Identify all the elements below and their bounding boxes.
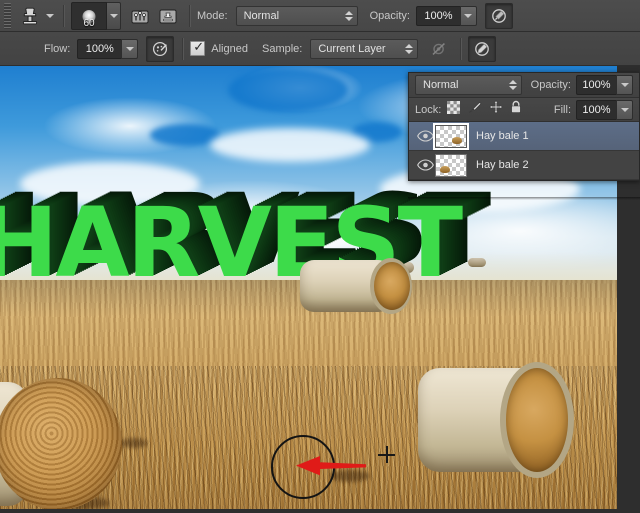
layer-thumbnail[interactable] bbox=[433, 122, 469, 150]
layer-opacity-field[interactable]: 100% bbox=[576, 75, 633, 95]
mode-value: Normal bbox=[243, 9, 280, 22]
brush-size-picker[interactable]: 60 bbox=[71, 1, 121, 30]
layer-name: Hay bale 2 bbox=[476, 159, 529, 171]
layer-blend-mode-value: Normal bbox=[423, 79, 459, 91]
clone-source-crosshair bbox=[378, 446, 395, 463]
layer-thumbnail[interactable] bbox=[435, 153, 467, 177]
tablet-pressure-size-icon[interactable] bbox=[468, 35, 497, 62]
layer-blend-spinner-icon bbox=[508, 80, 517, 90]
brush-picker-caret-down-icon[interactable] bbox=[107, 1, 121, 30]
layer-fill-value: 100% bbox=[576, 99, 616, 120]
options-bar-row-2: Flow: 100% ✓ Aligned Sample: Current Lay… bbox=[0, 32, 640, 66]
red-arrow-annotation bbox=[296, 456, 366, 476]
eye-icon[interactable] bbox=[415, 130, 435, 142]
layers-panel-shadow bbox=[408, 197, 640, 200]
sample-select[interactable]: Current Layer bbox=[310, 38, 419, 59]
options-bar-row-1: 60 Mode: Normal Opacity: 100% bbox=[0, 0, 640, 32]
field-shadow bbox=[120, 438, 148, 448]
clone-source-panel-icon[interactable] bbox=[155, 4, 181, 28]
brush-preset-panel-icon[interactable] bbox=[127, 4, 153, 28]
lock-position-icon[interactable] bbox=[489, 100, 504, 119]
mode-select[interactable]: Normal bbox=[235, 5, 358, 26]
clone-stamp-icon[interactable] bbox=[17, 4, 43, 28]
sample-spinner-icon bbox=[405, 43, 414, 54]
lock-image-pixels-icon[interactable] bbox=[467, 101, 482, 119]
layer-list: Hay bale 1 Hay bale 2 bbox=[409, 122, 639, 180]
aligned-label: Aligned bbox=[211, 42, 248, 55]
toolbar-divider-4 bbox=[460, 37, 463, 60]
mode-label: Mode: bbox=[197, 9, 228, 22]
tool-preset-picker[interactable] bbox=[17, 4, 54, 28]
distant-hay-bale bbox=[468, 258, 486, 267]
layers-panel: Normal Opacity: 100% Lock: Fill: 100% Ha… bbox=[408, 72, 640, 181]
aligned-checkbox[interactable]: ✓ bbox=[190, 39, 206, 56]
aligned-checkmark-icon: ✓ bbox=[193, 39, 205, 54]
layer-row-hay-bale-1[interactable]: Hay bale 1 bbox=[409, 122, 639, 151]
layers-blend-row: Normal Opacity: 100% bbox=[409, 73, 639, 98]
brush-preview-swatch[interactable]: 60 bbox=[71, 1, 107, 30]
tool-preset-caret-down-icon[interactable] bbox=[46, 13, 54, 18]
sample-value: Current Layer bbox=[318, 42, 386, 55]
layers-lock-row: Lock: Fill: 100% bbox=[409, 98, 639, 122]
layer-name: Hay bale 1 bbox=[476, 130, 529, 142]
brush-size-value: 60 bbox=[83, 17, 95, 29]
flow-label: Flow: bbox=[44, 42, 71, 55]
layer-fill-caret-down-icon[interactable] bbox=[616, 99, 633, 120]
layer-opacity-caret-down-icon[interactable] bbox=[616, 75, 633, 95]
airbrush-icon[interactable] bbox=[146, 35, 175, 62]
ignore-adjustment-layers-icon[interactable] bbox=[426, 37, 452, 61]
toolbar-divider-2 bbox=[189, 4, 191, 27]
options-bar-gripper[interactable] bbox=[4, 2, 11, 29]
flow-caret-down-icon[interactable] bbox=[121, 38, 139, 59]
lock-label: Lock: bbox=[415, 103, 442, 116]
mode-spinner-icon bbox=[344, 10, 353, 21]
eye-icon[interactable] bbox=[415, 159, 435, 171]
toolbar-divider-1 bbox=[63, 4, 65, 27]
opacity-field[interactable]: 100% bbox=[415, 5, 477, 26]
opacity-caret-down-icon[interactable] bbox=[459, 5, 477, 26]
layer-opacity-value: 100% bbox=[576, 75, 616, 95]
cloud bbox=[210, 128, 370, 162]
layer-opacity-label: Opacity: bbox=[530, 79, 571, 91]
lock-transparent-pixels-icon[interactable] bbox=[447, 100, 461, 119]
lock-all-icon[interactable] bbox=[510, 100, 522, 119]
layer-fill-field[interactable]: 100% bbox=[576, 99, 633, 120]
flow-value: 100% bbox=[77, 38, 122, 59]
toolbar-divider-3 bbox=[182, 37, 185, 60]
sample-label: Sample: bbox=[261, 42, 303, 55]
opacity-label: Opacity: bbox=[369, 9, 410, 22]
sky-blue-patch bbox=[228, 68, 348, 112]
flow-field[interactable]: 100% bbox=[77, 38, 139, 59]
tablet-pressure-opacity-icon[interactable] bbox=[484, 2, 513, 29]
layer-row-hay-bale-2[interactable]: Hay bale 2 bbox=[409, 151, 639, 180]
canvas-bottom-gutter bbox=[0, 509, 640, 513]
photoshop-window: 60 Mode: Normal Opacity: 100% Flow: 100%… bbox=[0, 0, 640, 513]
fill-label: Fill: bbox=[553, 103, 571, 116]
opacity-value: 100% bbox=[415, 5, 460, 26]
layer-blend-mode-select[interactable]: Normal bbox=[415, 75, 522, 95]
